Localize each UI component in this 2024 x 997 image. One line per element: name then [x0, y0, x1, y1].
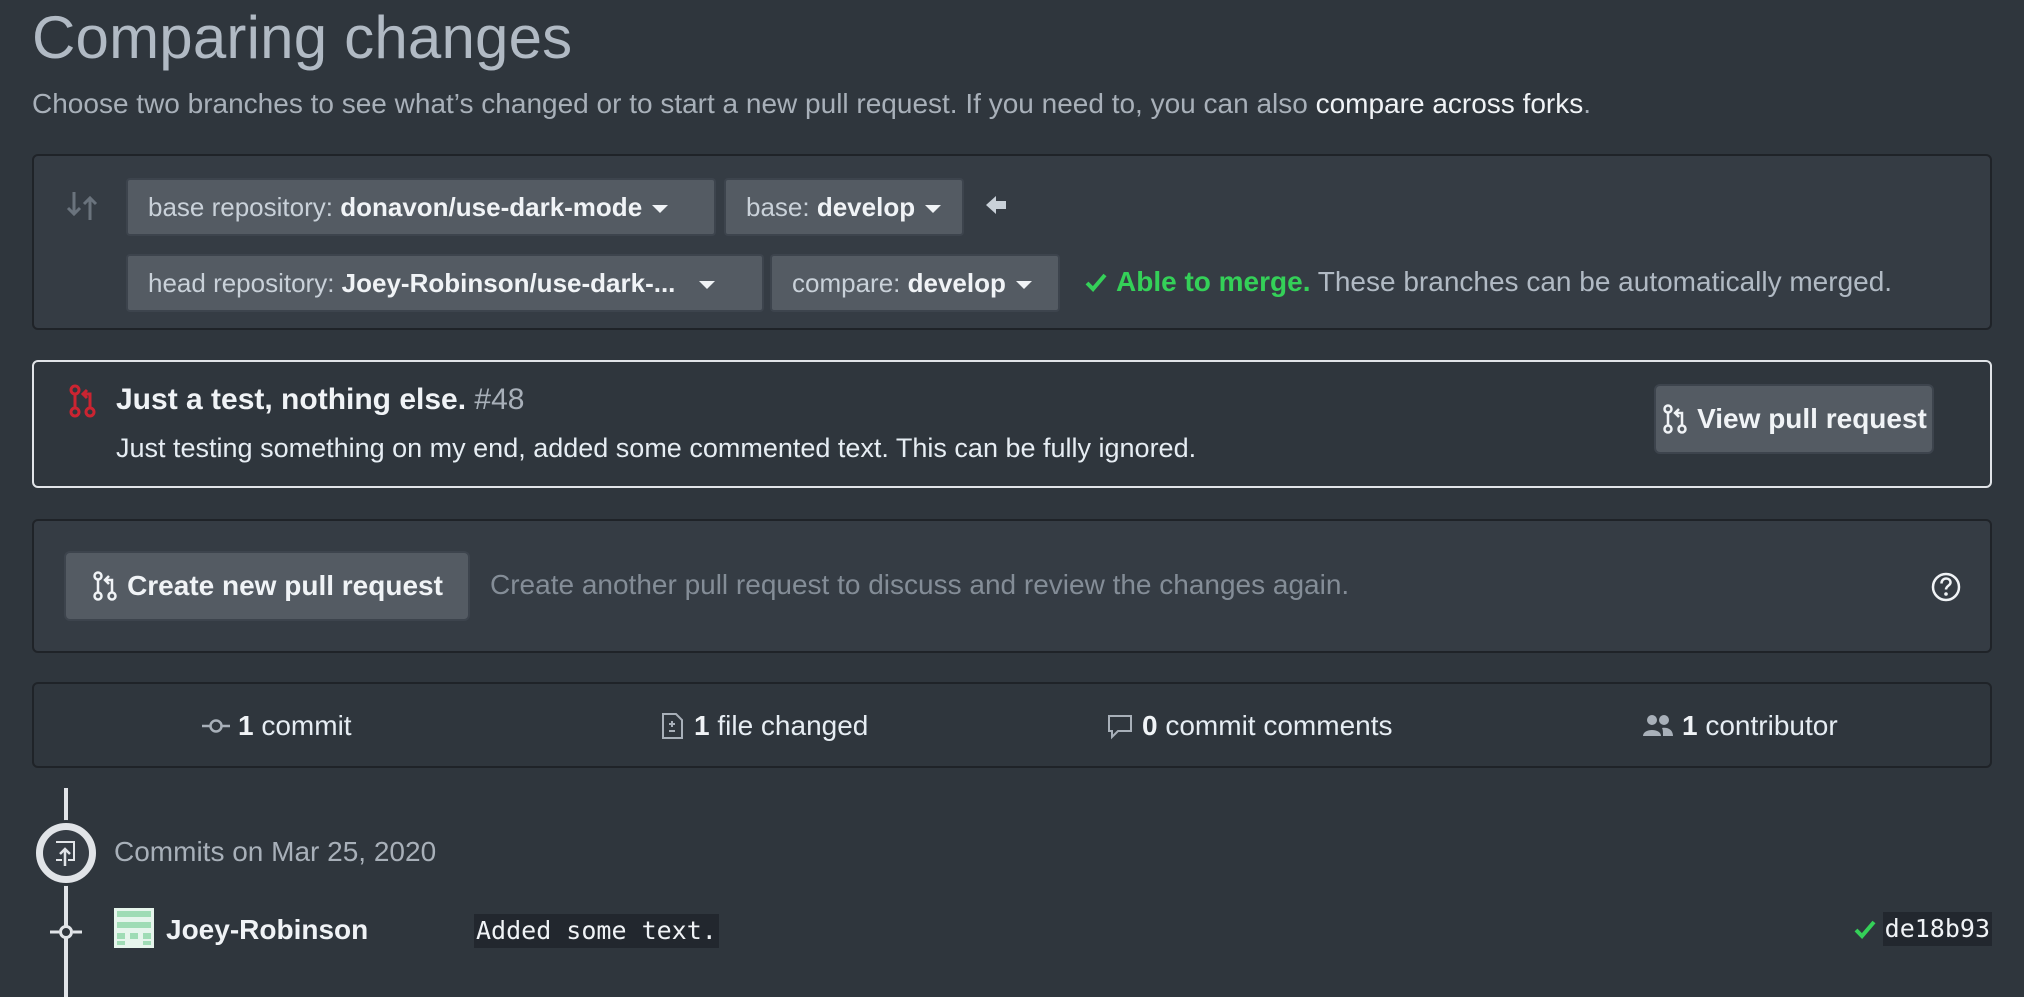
contributors-label: contributor	[1697, 710, 1838, 741]
avatar[interactable]	[114, 908, 154, 948]
compare-branch-dropdown[interactable]: compare: develop	[770, 254, 1060, 312]
repo-push-icon	[56, 841, 75, 866]
commit-node-icon	[50, 925, 82, 939]
create-pull-request-description: Create another pull request to discuss a…	[490, 569, 1350, 600]
commit-comments-stat[interactable]: 0 commit comments	[1106, 706, 1393, 746]
commit-author-link[interactable]: Joey-Robinson	[166, 910, 368, 950]
commit-sha-link[interactable]: de18b93	[1882, 912, 1992, 946]
chevron-down-icon	[699, 281, 716, 290]
compare-page: Comparing changes Choose two branches to…	[0, 0, 2024, 997]
contributors-count: 1	[1682, 710, 1698, 741]
base-branch-dropdown[interactable]: base: develop	[724, 178, 964, 236]
view-pull-request-button[interactable]: View pull request	[1654, 384, 1934, 454]
commits-count: 1	[238, 710, 254, 741]
pull-request-icon	[1663, 404, 1687, 434]
compare-branch-label: compare:	[792, 268, 908, 298]
timeline-badge	[33, 820, 99, 886]
base-repository-dropdown[interactable]: base repository: donavon/use-dark-mode	[126, 178, 716, 236]
chevron-down-icon	[925, 205, 942, 214]
create-pull-request-box: Create new pull request Create another p…	[32, 519, 1992, 653]
commit-icon	[202, 719, 230, 733]
merge-status-description: These branches can be automatically merg…	[1310, 266, 1893, 297]
contributors-stat[interactable]: 1 contributor	[1642, 706, 1838, 746]
commit-sha-group: de18b93	[1853, 912, 1992, 946]
compare-branch-value: develop	[907, 268, 1006, 298]
files-label: file changed	[709, 710, 869, 741]
merge-status-ok: Able to merge.	[1116, 266, 1311, 297]
arrow-left-icon	[986, 196, 1006, 214]
commits-stat[interactable]: 1 commit	[202, 706, 352, 746]
base-branch-label: base:	[746, 192, 817, 222]
subtitle-text: Choose two branches to see what’s change…	[32, 88, 1316, 119]
check-icon[interactable]	[1853, 917, 1877, 941]
base-repository-value: donavon/use-dark-mode	[340, 192, 643, 222]
commits-date-heading: Commits on Mar 25, 2020	[114, 836, 437, 867]
files-count: 1	[694, 710, 710, 741]
comparison-stats: 1 commit 1 file changed 0 commit comment…	[32, 682, 1992, 768]
pull-request-icon	[93, 571, 117, 601]
files-changed-stat[interactable]: 1 file changed	[658, 706, 868, 746]
comment-icon	[1108, 715, 1132, 740]
compare-across-forks-link[interactable]: compare across forks	[1316, 88, 1584, 119]
people-icon	[1643, 715, 1673, 736]
pull-request-number: #48	[474, 383, 525, 416]
create-pull-request-label: Create new pull request	[127, 570, 443, 601]
subtitle-end: .	[1583, 88, 1592, 119]
pull-request-title-text: Just a test, nothing else.	[116, 383, 467, 416]
comments-count: 0	[1142, 710, 1158, 741]
pull-request-description: Just testing something on my end, added …	[116, 433, 1197, 463]
question-icon[interactable]	[1930, 571, 1962, 603]
compare-range-box: base repository: donavon/use-dark-mode b…	[32, 154, 1992, 330]
head-repository-dropdown[interactable]: head repository: Joey-Robinson/use-dark-…	[126, 254, 764, 312]
create-pull-request-button[interactable]: Create new pull request	[64, 551, 470, 621]
base-repository-label: base repository:	[148, 192, 341, 222]
chevron-down-icon	[652, 205, 669, 214]
commit-message-link[interactable]: Added some text.	[474, 914, 719, 948]
base-branch-value: develop	[816, 192, 916, 222]
head-repository-value: Joey-Robinson/use-dark-...	[341, 268, 676, 298]
page-title: Comparing changes	[32, 4, 573, 71]
existing-pull-request: Just a test, nothing else. #48 Just test…	[32, 360, 1992, 488]
commits-label: commit	[253, 710, 352, 741]
file-diff-icon	[662, 713, 683, 739]
head-repository-label: head repository:	[148, 268, 342, 298]
page-subtitle: Choose two branches to see what’s change…	[32, 86, 1591, 122]
pull-request-closed-icon	[69, 384, 96, 418]
pull-request-title[interactable]: Just a test, nothing else. #48	[116, 380, 524, 420]
compare-arrows-icon	[66, 192, 98, 220]
view-pull-request-label: View pull request	[1697, 403, 1927, 434]
check-icon	[1085, 273, 1107, 292]
merge-status: Able to merge. These branches can be aut…	[1084, 262, 1892, 302]
comments-label: commit comments	[1157, 710, 1393, 741]
chevron-down-icon	[1015, 281, 1032, 290]
